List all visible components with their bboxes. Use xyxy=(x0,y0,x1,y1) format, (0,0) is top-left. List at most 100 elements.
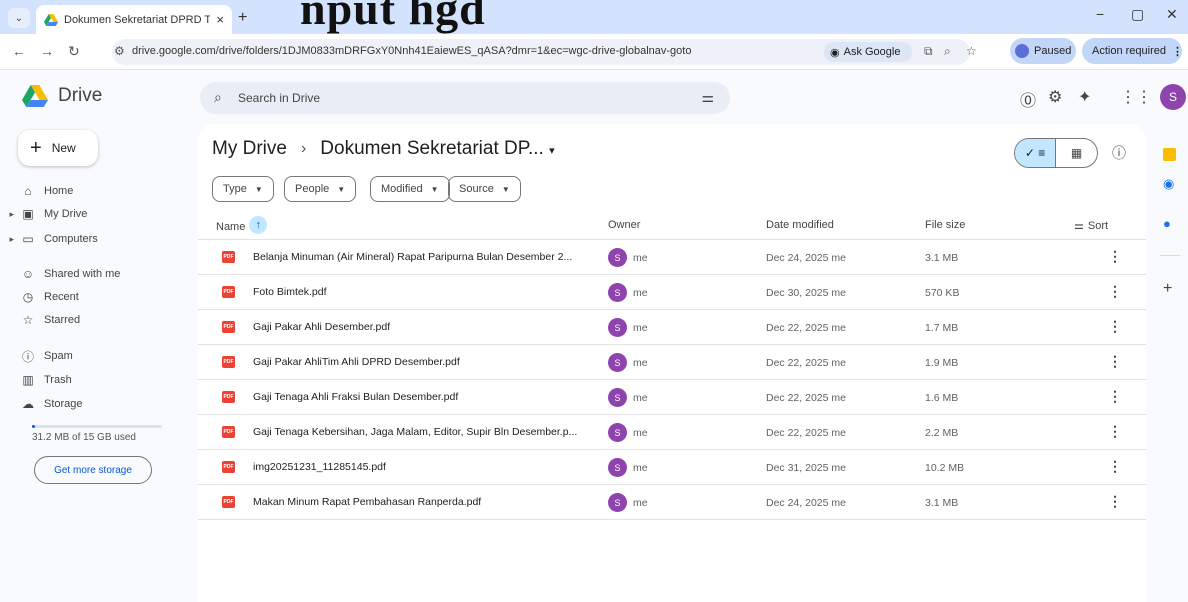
sort-ascending-icon[interactable]: ↑ xyxy=(249,216,268,234)
action-required-button[interactable]: Action required ⋮ xyxy=(1082,38,1183,64)
browser-tab[interactable]: Dokumen Sekretariat DPRD Ta × xyxy=(36,5,232,34)
bookmark-star-icon[interactable]: ☆ xyxy=(966,44,977,58)
more-actions-icon[interactable]: ⋮ xyxy=(1108,353,1122,370)
reload-icon[interactable]: ↻ xyxy=(68,43,80,60)
sidebar-item-home[interactable]: ⌂ Home xyxy=(0,182,73,200)
expand-arrow-icon[interactable]: ▸ xyxy=(0,209,18,220)
table-row[interactable]: PDF Foto Bimtek.pdf Sme Dec 30, 2025 me … xyxy=(198,275,1146,310)
file-name[interactable]: img20251231_11285145.pdf xyxy=(253,461,598,473)
filter-source-chip[interactable]: Source ▼ xyxy=(448,176,521,202)
table-row[interactable]: PDF Gaji Tenaga Kebersihan, Jaga Malam, … xyxy=(198,415,1146,450)
view-details-icon[interactable]: ⓘ xyxy=(1112,143,1126,163)
close-window-button[interactable]: ✕ xyxy=(1166,6,1178,23)
breadcrumb-current-folder[interactable]: Dokumen Sekretariat DP... ▾ xyxy=(320,138,554,160)
more-actions-icon[interactable]: ⋮ xyxy=(1108,423,1122,440)
keep-icon[interactable] xyxy=(1163,148,1176,161)
file-name[interactable]: Makan Minum Rapat Pembahasan Ranperda.pd… xyxy=(253,496,598,508)
table-row[interactable]: PDF Gaji Pakar Ahli Desember.pdf Sme Dec… xyxy=(198,310,1146,345)
forward-icon[interactable]: → xyxy=(40,43,54,59)
help-icon[interactable]: ⓪ xyxy=(1020,87,1036,111)
table-row[interactable]: PDF Gaji Pakar AhliTim Ahli DPRD Desembe… xyxy=(198,345,1146,380)
list-view-button[interactable]: ✓ ≡ xyxy=(1015,139,1057,167)
search-options-icon[interactable]: ⚌ xyxy=(701,89,714,106)
chevron-down-icon: ▼ xyxy=(501,184,510,194)
sidebar-item-shared-with-me[interactable]: ☺ Shared with me xyxy=(0,265,121,283)
more-actions-icon[interactable]: ⋮ xyxy=(1108,318,1122,335)
get-addons-icon[interactable]: + xyxy=(1163,280,1172,298)
search-input[interactable]: Search in Drive xyxy=(238,91,320,105)
apps-grid-icon[interactable]: ⋮⋮ xyxy=(1120,87,1152,107)
gemini-icon[interactable]: ✦ xyxy=(1078,87,1091,107)
filter-people-chip[interactable]: People ▼ xyxy=(284,176,357,202)
owner-label: me xyxy=(633,356,648,369)
more-actions-icon[interactable]: ⋮ xyxy=(1108,388,1122,405)
more-actions-icon[interactable]: ⋮ xyxy=(1108,248,1122,265)
tab-close-icon[interactable]: × xyxy=(216,12,224,27)
file-name[interactable]: Foto Bimtek.pdf xyxy=(253,286,598,298)
file-name[interactable]: Belanja Minuman (Air Mineral) Rapat Pari… xyxy=(253,251,598,263)
storage-meter-fill xyxy=(32,425,35,428)
sidebar-item-computers[interactable]: ▸ ▭ Computers xyxy=(0,230,97,248)
sidebar-item-spam[interactable]: ⓘ Spam xyxy=(0,347,73,365)
tasks-icon[interactable]: ◉ xyxy=(1163,176,1174,192)
file-name[interactable]: Gaji Pakar Ahli Desember.pdf xyxy=(253,321,598,333)
filter-type-chip[interactable]: Type ▼ xyxy=(212,176,274,202)
back-icon[interactable]: ← xyxy=(12,43,26,59)
sidebar-item-my-drive[interactable]: ▸ ▣ My Drive xyxy=(0,205,87,223)
sidebar-item-storage[interactable]: ☁ Storage xyxy=(0,395,83,413)
sidebar-item-recent[interactable]: ◷ Recent xyxy=(0,288,79,306)
search-icon[interactable]: ⌕ xyxy=(214,89,222,106)
column-name-header[interactable]: Name ↑ xyxy=(216,216,268,234)
drive-search-bar[interactable]: ⌕ Search in Drive ⚌ xyxy=(200,82,730,114)
table-row[interactable]: PDF Belanja Minuman (Air Mineral) Rapat … xyxy=(198,240,1146,275)
address-bar[interactable]: ⚙ drive.google.com/drive/folders/1DJM083… xyxy=(112,39,977,65)
more-actions-icon[interactable]: ⋮ xyxy=(1108,283,1122,300)
table-row[interactable]: PDF Makan Minum Rapat Pembahasan Ranperd… xyxy=(198,485,1146,520)
expand-arrow-icon[interactable]: ▸ xyxy=(0,234,18,245)
breadcrumb-root[interactable]: My Drive xyxy=(212,138,287,160)
more-actions-icon[interactable]: ⋮ xyxy=(1108,458,1122,475)
cloud-icon: ☁ xyxy=(22,397,34,411)
filter-modified-chip[interactable]: Modified ▼ xyxy=(370,176,450,202)
tab-search-button[interactable]: ⌄ xyxy=(8,8,30,28)
tab-title: Dokumen Sekretariat DPRD Ta xyxy=(64,13,211,26)
sidebar-item-starred[interactable]: ☆ Starred xyxy=(0,311,80,329)
restore-button[interactable]: ▢ xyxy=(1131,6,1144,23)
column-date-header: Date modified xyxy=(766,219,834,231)
sidebar-item-label: Storage xyxy=(44,398,83,410)
site-info-icon[interactable]: ⚙ xyxy=(114,44,125,58)
breadcrumb-current-label: Dokumen Sekretariat DP... xyxy=(320,138,544,159)
storage-usage-text: 31.2 MB of 15 GB used xyxy=(32,432,136,443)
file-name[interactable]: Gaji Tenaga Kebersihan, Jaga Malam, Edit… xyxy=(253,426,598,438)
sidebar-item-trash[interactable]: ▥ Trash xyxy=(0,371,71,389)
file-date-modified: Dec 24, 2025 me xyxy=(766,497,846,509)
more-actions-icon[interactable]: ⋮ xyxy=(1108,493,1122,510)
file-owner: Sme xyxy=(608,423,648,442)
minimize-button[interactable]: − xyxy=(1096,6,1104,22)
install-app-icon[interactable]: ⧉ xyxy=(924,44,933,59)
file-date-modified: Dec 22, 2025 me xyxy=(766,427,846,439)
drive-logo[interactable]: Drive xyxy=(22,85,102,107)
settings-icon[interactable]: ⚙ xyxy=(1048,87,1062,107)
owner-label: me xyxy=(633,426,648,439)
folder-menu-caret-icon: ▾ xyxy=(549,145,555,157)
ask-google-button[interactable]: ◉ Ask Google xyxy=(824,42,912,62)
new-button[interactable]: + New xyxy=(18,130,98,166)
recent-icon: ◷ xyxy=(22,290,34,304)
url-text[interactable]: drive.google.com/drive/folders/1DJM0833m… xyxy=(132,45,691,57)
grid-view-button[interactable]: ▦ xyxy=(1056,139,1097,167)
profile-paused-button[interactable]: Paused xyxy=(1010,38,1076,64)
file-name[interactable]: Gaji Tenaga Ahli Fraksi Bulan Desember.p… xyxy=(253,391,598,403)
new-tab-button[interactable]: + xyxy=(238,9,247,27)
pdf-file-icon: PDF xyxy=(222,356,235,368)
table-row[interactable]: PDF img20251231_11285145.pdf Sme Dec 31,… xyxy=(198,450,1146,485)
zoom-icon[interactable]: ⌕ xyxy=(944,44,951,59)
table-row[interactable]: PDF Gaji Tenaga Ahli Fraksi Bulan Desemb… xyxy=(198,380,1146,415)
file-name[interactable]: Gaji Pakar AhliTim Ahli DPRD Desember.pd… xyxy=(253,356,598,368)
get-more-storage-button[interactable]: Get more storage xyxy=(34,456,152,484)
sort-button[interactable]: ⚌ Sort xyxy=(1074,219,1108,233)
drive-logo-text: Drive xyxy=(58,85,103,106)
file-owner: Sme xyxy=(608,318,648,337)
account-avatar[interactable]: S xyxy=(1160,84,1186,110)
contacts-icon[interactable]: ● xyxy=(1163,216,1171,231)
